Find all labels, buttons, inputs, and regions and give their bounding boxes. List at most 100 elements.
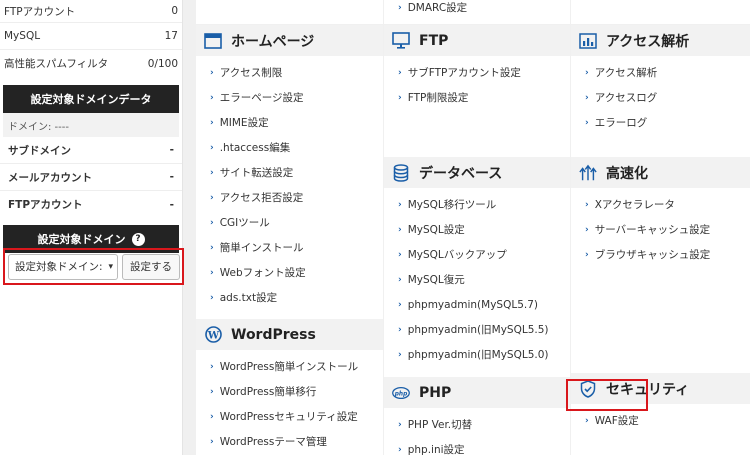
chevron-right-icon: ›: [585, 92, 589, 103]
menu-item-mysql-settings[interactable]: › MySQL設定: [384, 217, 570, 242]
chevron-right-icon: ›: [398, 249, 402, 260]
menu-item-ftp-limit[interactable]: › FTP制限設定: [384, 85, 570, 110]
section-access-header: アクセス解析: [571, 25, 750, 56]
speed-arrows-icon: [579, 164, 597, 182]
menu-item-error-log[interactable]: › エラーログ: [571, 110, 750, 135]
column-top-blank: [196, 0, 383, 24]
chevron-right-icon: ›: [398, 349, 402, 360]
section-homepage-header: ホームページ: [196, 25, 383, 56]
menu-item-mysql-restore[interactable]: › MySQL復元: [384, 267, 570, 292]
menu-item-mysql-migrate[interactable]: › MySQL移行ツール: [384, 192, 570, 217]
chevron-right-icon: ›: [398, 444, 402, 455]
bar-chart-icon: [579, 32, 597, 50]
menu-item-error-page[interactable]: › エラーページ設定: [196, 85, 383, 110]
stat-mysql: MySQL 17: [0, 23, 182, 50]
menu-item-pma-55[interactable]: › phpmyadmin(旧MySQL5.5): [384, 317, 570, 342]
chevron-right-icon: ›: [210, 192, 214, 203]
menu-item-access-limit[interactable]: › アクセス制限: [196, 60, 383, 85]
menu-item-htaccess[interactable]: › .htaccess編集: [196, 135, 383, 160]
menu-item-waf[interactable]: › WAF設定: [571, 408, 750, 433]
menu-item-dmarc[interactable]: › DMARC設定: [384, 0, 570, 15]
menu-item-pma-57[interactable]: › phpmyadmin(MySQL5.7): [384, 292, 570, 317]
chevron-down-icon: ▾: [108, 261, 113, 272]
set-domain-button[interactable]: 設定する: [122, 253, 180, 280]
domain-select[interactable]: 設定対象ドメイン: ▾: [8, 253, 118, 280]
menu-item-server-cache[interactable]: › サーバーキャッシュ設定: [571, 217, 750, 242]
chevron-right-icon: ›: [210, 436, 214, 447]
menu-item-access-log[interactable]: › アクセスログ: [571, 85, 750, 110]
chevron-right-icon: ›: [398, 324, 402, 335]
chevron-right-icon: ›: [210, 242, 214, 253]
domain-data-header: 設定対象ドメインデータ: [3, 85, 179, 113]
section-php-header: php PHP: [384, 377, 570, 408]
chevron-right-icon: ›: [585, 67, 589, 78]
chevron-right-icon: ›: [398, 2, 402, 13]
svg-text:W: W: [206, 330, 219, 341]
chevron-right-icon: ›: [210, 292, 214, 303]
chevron-right-icon: ›: [210, 267, 214, 278]
menu-item-sub-ftp[interactable]: › サブFTPアカウント設定: [384, 60, 570, 85]
help-icon[interactable]: ?: [131, 232, 145, 246]
menu-item-mime[interactable]: › MIME設定: [196, 110, 383, 135]
chevron-right-icon: ›: [398, 199, 402, 210]
menu-item-redirect[interactable]: › サイト転送設定: [196, 160, 383, 185]
chevron-right-icon: ›: [210, 361, 214, 372]
chevron-right-icon: ›: [210, 92, 214, 103]
menu-item-webfont[interactable]: › Webフォント設定: [196, 260, 383, 285]
chevron-right-icon: ›: [398, 92, 402, 103]
chevron-right-icon: ›: [210, 142, 214, 153]
domain-line: ドメイン: ----: [3, 113, 179, 137]
chevron-right-icon: ›: [585, 249, 589, 260]
menu-item-browser-cache[interactable]: › ブラウザキャッシュ設定: [571, 242, 750, 267]
menu-item-mysql-backup[interactable]: › MySQLバックアップ: [384, 242, 570, 267]
menu-item-access-deny[interactable]: › アクセス拒否設定: [196, 185, 383, 210]
monitor-icon: [392, 32, 410, 50]
menu-item-x-accelerator[interactable]: › Xアクセラレータ: [571, 192, 750, 217]
chevron-right-icon: ›: [585, 117, 589, 128]
menu-item-cgi[interactable]: › CGIツール: [196, 210, 383, 235]
chevron-right-icon: ›: [398, 67, 402, 78]
column-dmarc: › DMARC設定: [384, 0, 570, 24]
menu-item-wp-theme[interactable]: › WordPressテーマ管理: [196, 429, 383, 454]
stat-mail: メールアカウント -: [0, 164, 182, 191]
menu-item-wp-security[interactable]: › WordPressセキュリティ設定: [196, 404, 383, 429]
php-badge-icon: php: [392, 384, 410, 402]
waf-highlight: [566, 379, 648, 411]
menu-item-php-ini[interactable]: › php.ini設定: [384, 437, 570, 455]
domain-selector-highlight: 設定対象ドメイン: ▾ 設定する: [3, 248, 184, 285]
menu-item-wp-migrate[interactable]: › WordPress簡単移行: [196, 379, 383, 404]
server-panel: FTPアカウント 0 MySQL 17 高性能スパムフィルタ 0/100 設定対象ドメ…: [0, 0, 750, 455]
stat-subdomain: サブドメイン -: [0, 137, 182, 164]
section-ftp-header: FTP: [384, 25, 570, 56]
stat-spam: 高性能スパムフィルタ 0/100: [4, 57, 178, 71]
chevron-right-icon: ›: [210, 411, 214, 422]
column-homepage: ホームページ › アクセス制限 › エラーページ設定 › MIME設定 › .htacc…: [196, 25, 383, 455]
stat-ftp: FTPアカウント 0: [0, 0, 182, 23]
menu-item-wp-install[interactable]: › WordPress簡単インストール: [196, 354, 383, 379]
stat-ftp-domain: FTPアカウント -: [8, 198, 174, 212]
menu-item-pma-50[interactable]: › phpmyadmin(旧MySQL5.0): [384, 342, 570, 367]
database-icon: [392, 163, 410, 182]
svg-text:php: php: [394, 391, 408, 397]
chevron-right-icon: ›: [210, 117, 214, 128]
menu-item-php-version[interactable]: › PHP Ver.切替: [384, 412, 570, 437]
chevron-right-icon: ›: [398, 274, 402, 285]
chevron-right-icon: ›: [210, 386, 214, 397]
chevron-right-icon: ›: [585, 199, 589, 210]
menu-item-ads-txt[interactable]: › ads.txt設定: [196, 285, 383, 310]
chevron-right-icon: ›: [210, 167, 214, 178]
wordpress-logo-icon: W: [204, 326, 222, 344]
chevron-right-icon: ›: [585, 415, 589, 426]
section-wordpress-header: W WordPress: [196, 319, 383, 350]
menu-item-easy-install[interactable]: › 簡単インストール: [196, 235, 383, 260]
browser-window-icon: [204, 32, 222, 50]
chevron-right-icon: ›: [398, 224, 402, 235]
column-ftp-db-php: FTP › サブFTPアカウント設定 › FTP制限設定 データベース › MySQL…: [384, 25, 570, 455]
chevron-right-icon: ›: [398, 299, 402, 310]
section-database-header: データベース: [384, 157, 570, 188]
sidebar: FTPアカウント 0 MySQL 17 高性能スパムフィルタ 0/100 設定対象ドメ…: [0, 0, 183, 455]
column-top-blank-right: [571, 0, 750, 24]
chevron-right-icon: ›: [398, 419, 402, 430]
chevron-right-icon: ›: [210, 67, 214, 78]
menu-item-access-analysis[interactable]: › アクセス解析: [571, 60, 750, 85]
